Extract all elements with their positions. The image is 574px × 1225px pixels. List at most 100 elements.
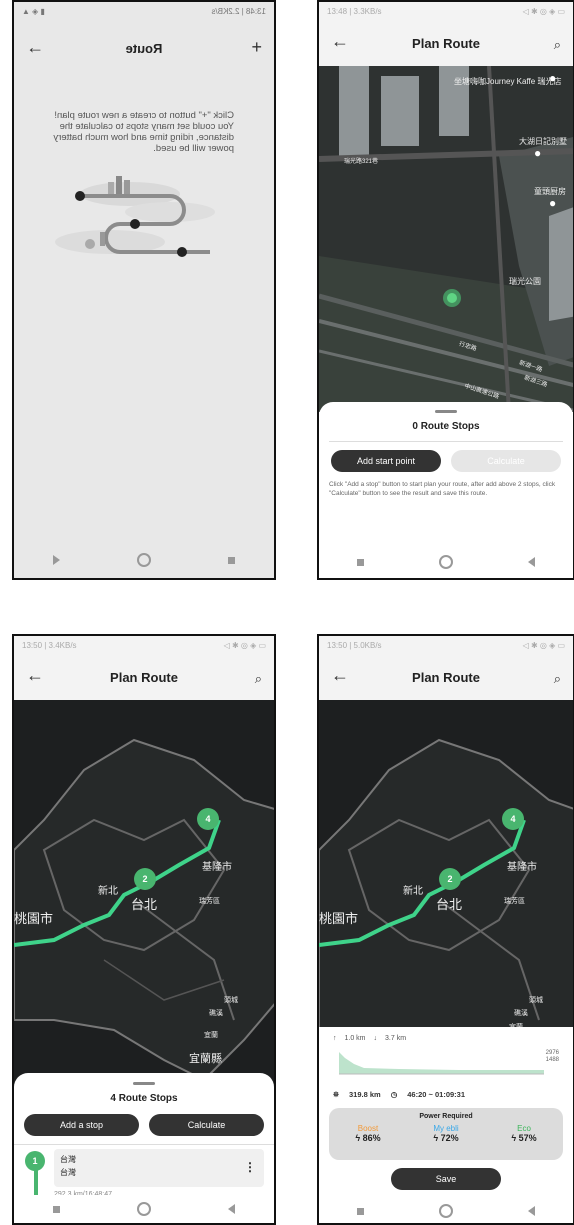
map-label-lane: 瑞光路321巷 xyxy=(344,159,379,165)
search-icon[interactable]: ⌕ xyxy=(255,668,262,690)
status-time: 13:50 | 3.4KB/s xyxy=(22,640,77,650)
status-time: 13:50 | 5.0KB/s xyxy=(327,640,382,650)
add-stop-button[interactable]: Add a stop xyxy=(24,1114,139,1136)
system-nav-bar xyxy=(14,542,274,578)
route-stops-title: 0 Route Stops xyxy=(412,421,480,432)
power-required-box: Power Required Boost ϟ 86% My ebli ϟ 72%… xyxy=(329,1108,563,1160)
stop-address: 台灣 xyxy=(60,1168,76,1177)
recents-icon[interactable] xyxy=(52,1205,60,1213)
route-pin-2[interactable]: 2 xyxy=(134,868,156,890)
plan-route-stops-screen: 13:50 | 3.4KB/s ◁ ✱ ◎ ◈ ▭ ← Plan Route ⌕ … xyxy=(12,634,276,1225)
home-icon[interactable] xyxy=(137,553,152,567)
mode-boost-name: Boost xyxy=(357,1124,379,1133)
add-start-point-button[interactable]: Add start point xyxy=(331,450,441,472)
home-icon[interactable] xyxy=(438,555,453,569)
recents-icon[interactable] xyxy=(356,558,364,566)
map-label-taipei: 台北 xyxy=(131,897,158,912)
status-icons: ◁ ✱ ◎ ◈ ▭ xyxy=(522,6,565,16)
map-pin-icon[interactable]: ● xyxy=(549,71,556,85)
mode-eco: Eco ϟ 57% xyxy=(511,1124,536,1143)
power-required-title: Power Required xyxy=(419,1113,473,1120)
map-view[interactable]: 4 2 桃園市 新北 台北 基隆市 瑞芳區 頭城 礁溪 宜蘭 xyxy=(319,700,573,1030)
route-pin-4[interactable]: 4 xyxy=(502,808,524,830)
route-pin-4[interactable]: 4 xyxy=(197,808,219,830)
status-icons: ▮ ◈ ▲ xyxy=(22,6,45,16)
recents-icon[interactable] xyxy=(356,1207,364,1215)
descent-value: 3.7 km xyxy=(385,1035,407,1042)
map-label-cafe: 坐塘嗨咖Journey Kaffe 瑞光店 xyxy=(454,77,562,86)
status-bar: 13:48 | 2.2KB/s ▮ ◈ ▲ xyxy=(14,2,274,20)
power-modes: Boost ϟ 86% My ebli ϟ 72% Eco ϟ 57% xyxy=(329,1120,563,1143)
add-route-button[interactable]: + xyxy=(251,36,262,58)
recents-icon[interactable] xyxy=(228,556,236,564)
mode-eco-name: Eco xyxy=(517,1124,531,1133)
app-bar: ← Plan Route ⌕ xyxy=(319,20,573,66)
mode-boost: Boost ϟ 86% xyxy=(355,1124,380,1143)
mode-eco-value: 57% xyxy=(518,1133,537,1143)
map-label-yilan-county: 宜蘭縣 xyxy=(189,1053,222,1065)
page-title: Plan Route xyxy=(412,669,480,685)
route-stops-title: 4 Route Stops xyxy=(110,1093,178,1104)
status-time: 13:48 | 3.3KB/s xyxy=(327,6,382,16)
map-streets xyxy=(319,66,573,412)
back-arrow-button[interactable]: ← xyxy=(331,664,349,686)
next-arrow-button[interactable]: → xyxy=(26,36,44,58)
elevation-graph xyxy=(339,1052,544,1075)
map-label-jiaoxi: 礁溪 xyxy=(209,1010,223,1017)
ascent-value: 1.0 km xyxy=(344,1035,366,1042)
save-button[interactable]: Save xyxy=(391,1168,501,1190)
route-bottom-sheet: 0 Route Stops Add start point Calculate … xyxy=(319,402,573,578)
status-icons: ◁ ✱ ◎ ◈ ▭ xyxy=(522,640,565,650)
stop-card[interactable]: 台灣 台灣 ⋮ xyxy=(54,1149,264,1187)
map-label-taoyuan: 桃園市 xyxy=(319,911,359,926)
app-bar: + Route → xyxy=(14,22,274,74)
back-icon[interactable] xyxy=(52,555,60,565)
back-icon[interactable] xyxy=(528,557,536,567)
back-arrow-button[interactable]: ← xyxy=(26,664,44,686)
map-view[interactable]: 坐塘嗨咖Journey Kaffe 瑞光店 大湖日記別墅 童頭厨房 瑞光公園 瑞… xyxy=(319,66,573,412)
system-nav-bar xyxy=(14,1195,274,1223)
more-options-icon[interactable]: ⋮ xyxy=(244,1160,256,1174)
mirrored-content: 13:48 | 2.2KB/s ▮ ◈ ▲ + Route → Click "+"… xyxy=(14,2,274,578)
bolt-icon: ϟ xyxy=(355,1133,361,1143)
map-label-ruifang: 瑞芳區 xyxy=(199,898,220,905)
map-pin-icon[interactable]: ● xyxy=(549,196,556,210)
page-title: Plan Route xyxy=(412,35,480,51)
back-arrow-button[interactable]: ← xyxy=(331,30,349,52)
sheet-handle[interactable] xyxy=(435,410,457,413)
back-icon[interactable] xyxy=(528,1206,536,1216)
map-label-keelung: 基隆市 xyxy=(507,862,537,873)
home-icon[interactable] xyxy=(136,1202,151,1216)
mode-myebli-value: 72% xyxy=(440,1133,459,1143)
map-label-ruifang: 瑞芳區 xyxy=(504,898,525,905)
elevation-profile: 2976 1488 xyxy=(329,1044,563,1084)
sheet-handle[interactable] xyxy=(133,1082,155,1085)
map-label-taoyuan: 桃園市 xyxy=(14,911,54,926)
plan-route-empty-screen: 13:48 | 3.3KB/s ◁ ✱ ◎ ◈ ▭ ← Plan Route ⌕ … xyxy=(317,0,574,580)
back-icon[interactable] xyxy=(228,1204,236,1214)
stop-index-badge: 1 xyxy=(25,1151,45,1171)
calculate-button[interactable]: Calculate xyxy=(451,450,561,472)
map-label-park: 瑞光公園 xyxy=(509,277,541,286)
search-icon[interactable]: ⌕ xyxy=(554,668,561,690)
bolt-icon: ϟ xyxy=(511,1133,517,1143)
page-title: Route xyxy=(125,40,163,56)
app-bar: ← Plan Route ⌕ xyxy=(14,654,274,700)
route-pin-2[interactable]: 2 xyxy=(439,868,461,890)
map-label-jiaoxi: 礁溪 xyxy=(514,1010,528,1017)
calculate-button[interactable]: Calculate xyxy=(149,1114,264,1136)
status-bar: 13:50 | 5.0KB/s ◁ ✱ ◎ ◈ ▭ xyxy=(319,636,573,654)
mode-myebli-name: My ebli xyxy=(433,1124,459,1133)
bolt-icon: ϟ xyxy=(433,1133,439,1143)
stop-name: 台灣 xyxy=(60,1155,76,1164)
hint-text: Click "Add a stop" button to start plan … xyxy=(329,481,556,497)
empty-state-description: Click "+" button to create a new route p… xyxy=(53,110,234,154)
home-icon[interactable] xyxy=(438,1204,453,1218)
app-bar: ← Plan Route ⌕ xyxy=(319,654,573,700)
search-icon[interactable]: ⌕ xyxy=(554,34,561,56)
route-bottom-sheet: 4 Route Stops Add a stop Calculate 1 台灣 … xyxy=(14,1073,274,1223)
elevation-max: 2976 xyxy=(545,1050,559,1056)
map-label-yilan: 宜蘭 xyxy=(204,1032,218,1039)
map-pin-icon[interactable]: ● xyxy=(534,146,541,160)
map-label-villa: 大湖日記別墅 xyxy=(519,137,567,146)
